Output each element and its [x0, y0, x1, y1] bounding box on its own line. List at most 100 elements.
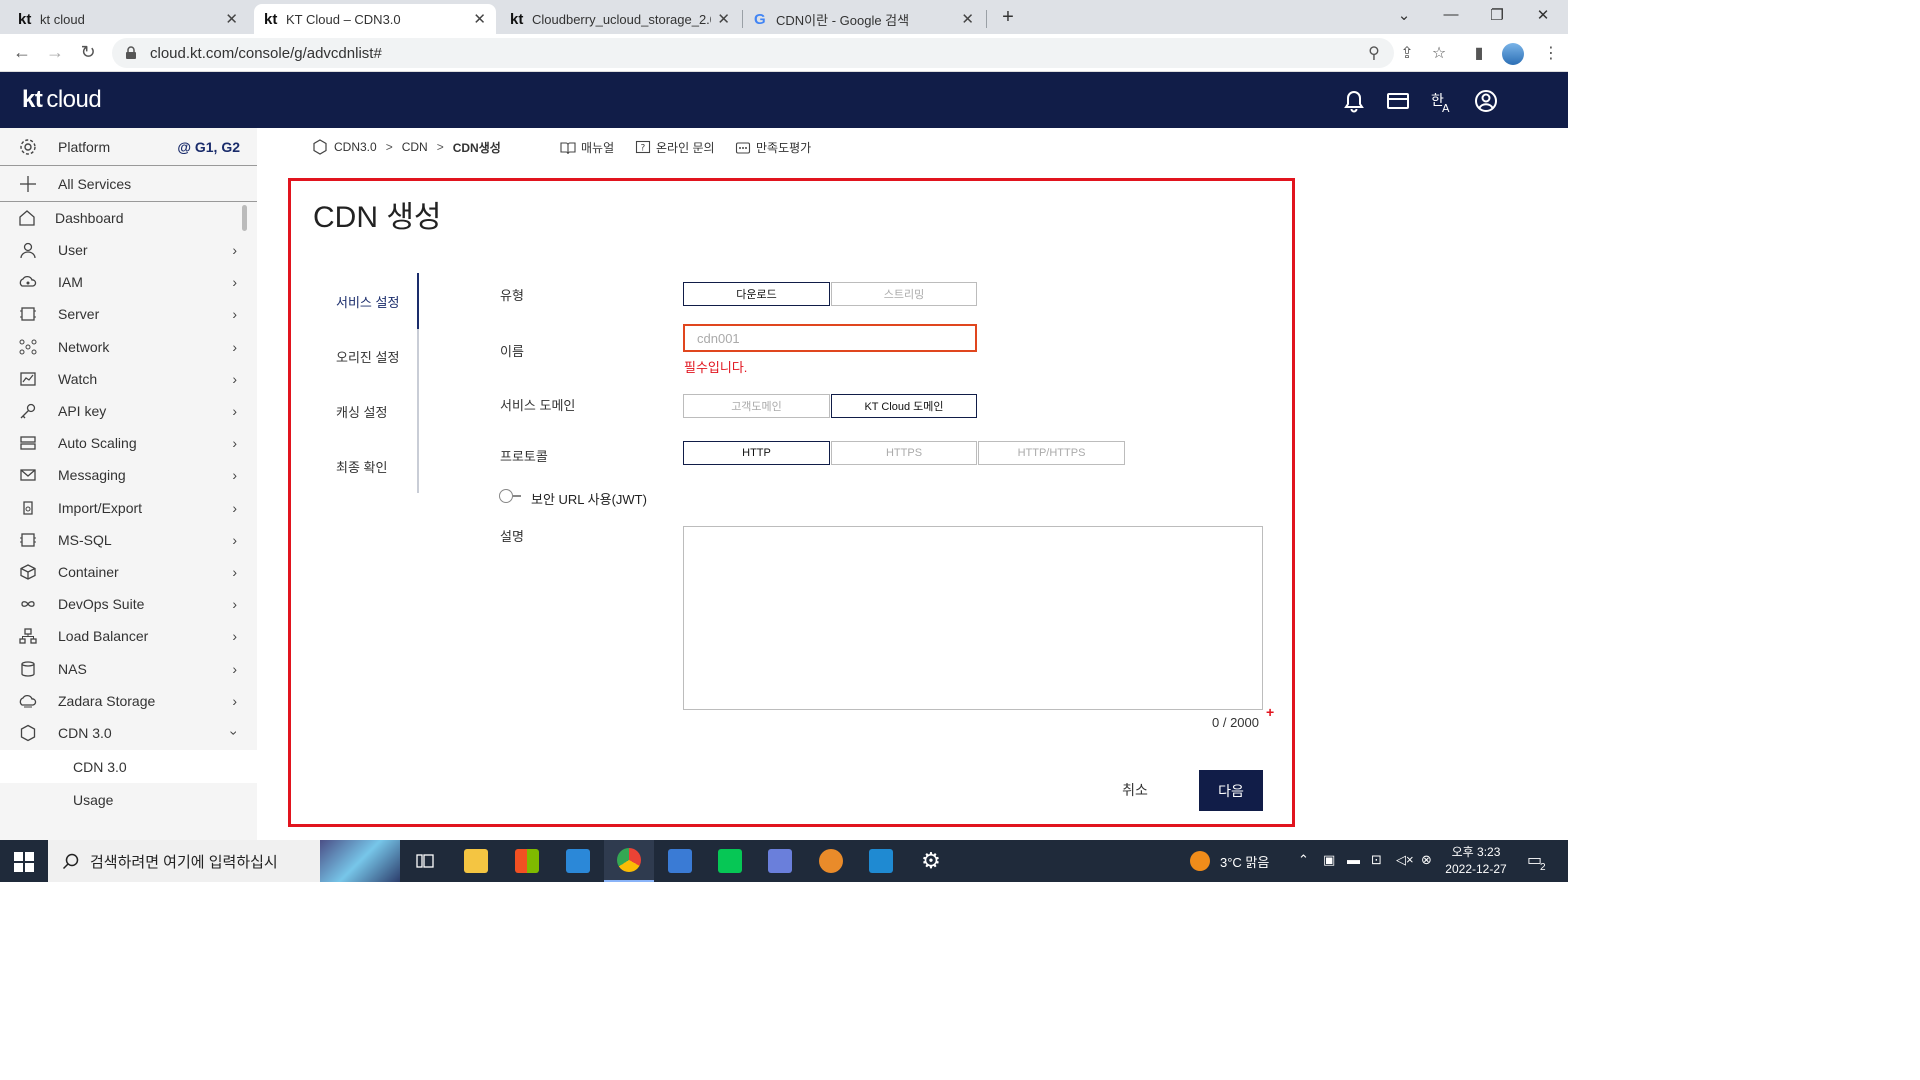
close-tab-icon[interactable]: ✕	[225, 10, 238, 28]
task-view-button[interactable]	[400, 840, 450, 882]
type-download-button[interactable]: 다운로드	[683, 282, 830, 306]
folder-icon	[464, 849, 488, 873]
type-streaming-button[interactable]: 스트리밍	[831, 282, 977, 306]
new-tab-button[interactable]: +	[996, 4, 1020, 30]
sidebar-item-container[interactable]: Container ›	[0, 556, 257, 588]
taskbar-settings[interactable]: ⚙	[906, 840, 956, 882]
reload-icon[interactable]: ↻	[77, 42, 99, 63]
sidebar-item-auto-scaling[interactable]: Auto Scaling ›	[0, 427, 257, 459]
protocol-http-button[interactable]: HTTP	[683, 441, 830, 465]
highlight-frame	[288, 178, 1295, 827]
sidebar-item-label: Import/Export	[58, 500, 143, 516]
minimize-icon[interactable]: —	[1438, 6, 1464, 23]
sidebar-item-api-key[interactable]: API key ›	[0, 395, 257, 427]
share-icon[interactable]: ⇪	[1396, 43, 1418, 63]
taskbar-app-5[interactable]	[655, 840, 705, 882]
cancel-button[interactable]: 취소	[1112, 772, 1158, 808]
taskbar-store[interactable]	[502, 840, 552, 882]
sidebar-item-cdn[interactable]: CDN 3.0 ›	[0, 717, 257, 749]
bell-icon[interactable]	[1341, 88, 1367, 114]
browser-tab-active[interactable]: kt KT Cloud – CDN3.0 ✕	[254, 4, 496, 34]
server-icon	[20, 307, 36, 321]
billing-card-icon[interactable]	[1385, 88, 1411, 114]
tab-search-chevron-icon[interactable]: ⌄	[1391, 6, 1417, 24]
breadcrumb-item[interactable]: CDN	[402, 140, 428, 154]
sidebar-subitem-usage[interactable]: Usage	[0, 783, 257, 816]
bookmark-star-icon[interactable]: ☆	[1428, 43, 1450, 63]
account-icon[interactable]	[1473, 88, 1499, 114]
breadcrumb-item[interactable]: CDN3.0	[334, 140, 377, 154]
zoom-icon[interactable]: ⚲	[1363, 43, 1385, 63]
sidebar-item-messaging[interactable]: Messaging ›	[0, 459, 257, 491]
taskbar-line[interactable]	[705, 840, 755, 882]
forward-icon[interactable]: →	[44, 42, 66, 63]
taskbar-clock[interactable]: 오후 3:23 2022-12-27	[1436, 844, 1516, 878]
sidebar-item-dashboard[interactable]: Dashboard	[0, 202, 257, 234]
sidebar-item-network[interactable]: Network ›	[0, 331, 257, 363]
platform-selector[interactable]: Platform @ G1, G2	[0, 128, 257, 166]
step-origin-settings[interactable]: 오리진 설정	[336, 347, 399, 366]
browser-tab[interactable]: G CDN이란 - Google 검색 ✕	[744, 4, 984, 34]
address-bar[interactable]: cloud.kt.com/console/g/advcdnlist#	[112, 38, 1394, 68]
browser-tab-label: KT Cloud – CDN3.0	[286, 11, 401, 27]
step-service-settings[interactable]: 서비스 설정	[336, 292, 399, 311]
back-icon[interactable]: ←	[11, 42, 33, 63]
sidebar-item-import-export[interactable]: Import/Export ›	[0, 492, 257, 524]
close-tab-icon[interactable]: ✕	[717, 10, 730, 28]
taskbar-search-box[interactable]: 검색하려면 여기에 입력하십시	[48, 840, 400, 882]
protocol-https-button[interactable]: HTTPS	[831, 441, 977, 465]
breadcrumb-separator: >	[385, 140, 393, 154]
windows-start-icon[interactable]	[14, 852, 34, 872]
description-textarea[interactable]	[683, 526, 1263, 710]
sidebar-item-load-balancer[interactable]: Load Balancer ›	[0, 620, 257, 652]
taskbar-chrome[interactable]	[604, 840, 654, 882]
tray-meet-icon[interactable]: ▣	[1323, 852, 1335, 868]
all-services-button[interactable]: All Services	[0, 166, 257, 202]
profile-avatar[interactable]	[1502, 43, 1524, 65]
kt-cloud-logo[interactable]: kt cloud	[22, 86, 102, 114]
close-tab-icon[interactable]: ✕	[961, 10, 974, 28]
name-input[interactable]: cdn001	[683, 324, 977, 352]
remote-desktop-icon	[768, 849, 792, 873]
taskbar-mail[interactable]	[553, 840, 603, 882]
step-caching-settings[interactable]: 캐싱 설정	[336, 402, 387, 421]
sidebar-item-zadara-storage[interactable]: Zadara Storage ›	[0, 685, 257, 717]
sidebar-item-ms-sql[interactable]: MS-SQL ›	[0, 524, 257, 556]
survey-link[interactable]: 만족도평가	[735, 139, 811, 156]
next-button[interactable]: 다음	[1199, 770, 1263, 811]
step-final-confirm[interactable]: 최종 확인	[336, 457, 387, 476]
sidebar-item-devops-suite[interactable]: DevOps Suite ›	[0, 588, 257, 620]
close-window-icon[interactable]: ✕	[1530, 6, 1556, 24]
browser-tab[interactable]: kt kt cloud ✕	[8, 4, 248, 34]
taskbar-vscode[interactable]	[856, 840, 906, 882]
tray-chevron-up-icon[interactable]: ⌃	[1298, 852, 1309, 868]
protocol-http-https-button[interactable]: HTTP/HTTPS	[978, 441, 1125, 465]
language-icon[interactable]: 한A	[1429, 88, 1455, 114]
weather-text[interactable]: 3°C 맑음	[1220, 852, 1269, 871]
battery-icon[interactable]: ▬	[1347, 852, 1360, 867]
domain-customer-button[interactable]: 고객도메인	[683, 394, 830, 418]
sidebar-subitem-cdn[interactable]: CDN 3.0	[0, 750, 257, 783]
side-panel-icon[interactable]: ▮	[1468, 43, 1490, 63]
sidebar-item-user[interactable]: User ›	[0, 234, 257, 266]
ime-icon[interactable]: ⊗	[1421, 852, 1432, 868]
domain-ktcloud-button[interactable]: KT Cloud 도메인	[831, 394, 977, 418]
online-inquiry-link[interactable]: ? 온라인 문의	[635, 139, 715, 156]
manual-link[interactable]: 매뉴얼	[560, 139, 614, 156]
container-icon	[20, 564, 36, 580]
network-tray-icon[interactable]: ⊡	[1371, 852, 1382, 868]
browser-menu-icon[interactable]: ⋮	[1540, 43, 1562, 63]
restore-icon[interactable]: ❐	[1484, 6, 1510, 24]
taskbar-file-explorer[interactable]	[451, 840, 501, 882]
sidebar-item-server[interactable]: Server ›	[0, 298, 257, 330]
sidebar-item-iam[interactable]: IAM ›	[0, 266, 257, 298]
volume-mute-icon[interactable]: ◁×	[1396, 852, 1414, 868]
close-tab-icon[interactable]: ✕	[473, 10, 486, 28]
taskbar-remote-desktop[interactable]	[755, 840, 805, 882]
browser-tab[interactable]: kt Cloudberry_ucloud_storage_2.0 ✕	[500, 4, 740, 34]
sidebar-item-nas[interactable]: NAS ›	[0, 653, 257, 685]
sidebar-item-watch[interactable]: Watch ›	[0, 363, 257, 395]
taskbar-app-8[interactable]	[806, 840, 856, 882]
secure-url-toggle[interactable]	[499, 489, 522, 503]
sidebar-item-label: CDN 3.0	[58, 725, 112, 741]
